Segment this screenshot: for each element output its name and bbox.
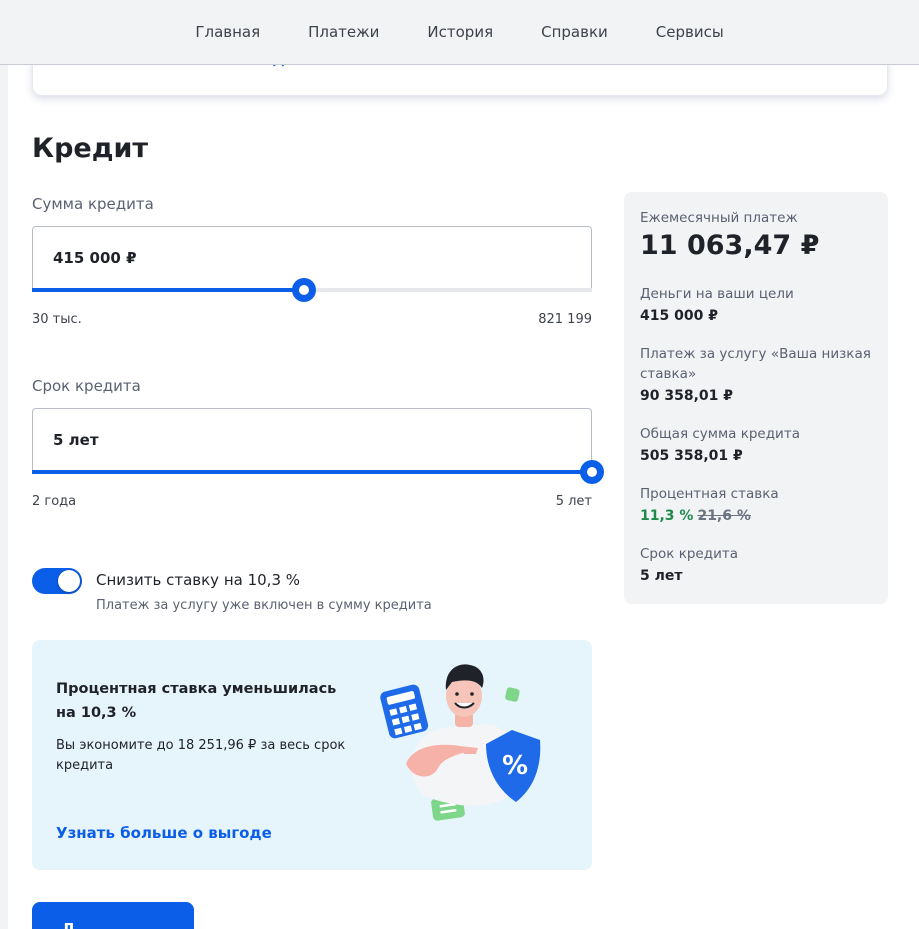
term-slider-thumb[interactable]: [580, 460, 604, 484]
amount-slider-track[interactable]: [32, 278, 592, 302]
amount-value: 415 000 ₽: [53, 249, 137, 267]
toggle-label: Снизить ставку на 10,3 %: [96, 571, 301, 589]
term-slider-fill: [32, 470, 592, 474]
total-amount-label: Общая сумма кредита: [640, 426, 800, 442]
goals-label: Деньги на ваши цели: [640, 286, 794, 302]
nav-link-history[interactable]: История: [427, 23, 493, 41]
nav-link-payments[interactable]: Платежи: [308, 23, 379, 41]
monthly-payment-label: Ежемесячный платеж: [640, 210, 798, 226]
nav-link-certificates[interactable]: Справки: [541, 23, 608, 41]
nav-link-services[interactable]: Сервисы: [656, 23, 724, 41]
term-value: 5 лет: [53, 431, 99, 449]
term-max-label: 5 лет: [555, 494, 592, 509]
toggle-knob: [58, 570, 80, 592]
amount-min-label: 30 тыс.: [32, 312, 82, 327]
amount-slider-thumb[interactable]: [291, 278, 316, 302]
man-with-calculator-illustration: %: [380, 664, 541, 821]
loan-term-value: 5 лет: [640, 568, 683, 584]
total-amount-value: 505 358,01 ₽: [640, 448, 743, 464]
svg-text:%: %: [502, 751, 528, 781]
term-slider-track[interactable]: [32, 460, 604, 484]
amount-slider-fill: [32, 288, 304, 292]
page-title: Кредит: [32, 133, 149, 164]
amount-label: Сумма кредита: [32, 195, 154, 213]
term-input[interactable]: 5 лет: [32, 408, 592, 473]
apply-button[interactable]: Д: [32, 902, 194, 929]
promo-text: Вы экономите до 18 251,96 ₽ за весь срок…: [56, 738, 346, 773]
goals-value: 415 000 ₽: [640, 308, 718, 324]
promo-title: Процентная ставка уменьшилась на 10,3 %: [56, 681, 337, 721]
loan-term-label: Срок кредита: [640, 546, 738, 562]
nav-link-home[interactable]: Главная: [195, 23, 260, 41]
top-navbar: Главная Платежи История Справки Сервисы: [0, 0, 919, 65]
main-content: Узнать больше о выгоде Кредит Сумма кред…: [8, 55, 919, 929]
loan-summary-panel: Ежемесячный платеж 11 063,47 ₽ Деньги на…: [624, 192, 888, 604]
service-payment-value: 90 358,01 ₽: [640, 388, 733, 404]
term-min-label: 2 года: [32, 494, 77, 509]
interest-rate-label: Процентная ставка: [640, 486, 779, 502]
rate-reduction-toggle[interactable]: [32, 568, 82, 594]
promo-link[interactable]: Узнать больше о выгоде: [56, 824, 272, 842]
promo-banner: Процентная ставка уменьшилась на 10,3 % …: [32, 640, 592, 870]
toggle-sublabel: Платеж за услугу уже включен в сумму кре…: [96, 598, 432, 613]
amount-max-label: 821 199: [538, 312, 592, 327]
interest-rate-old: 21,6 %: [697, 508, 751, 524]
apply-button-label: Д: [62, 920, 76, 929]
term-label: Срок кредита: [32, 377, 141, 395]
monthly-payment-value: 11 063,47 ₽: [640, 230, 820, 261]
service-payment-label: Платеж за услугу «Ваша низкая ставка»: [640, 346, 871, 382]
interest-rate-new: 11,3 %: [640, 508, 694, 524]
interest-rate-value: 11,3 % 21,6 %: [640, 508, 751, 524]
